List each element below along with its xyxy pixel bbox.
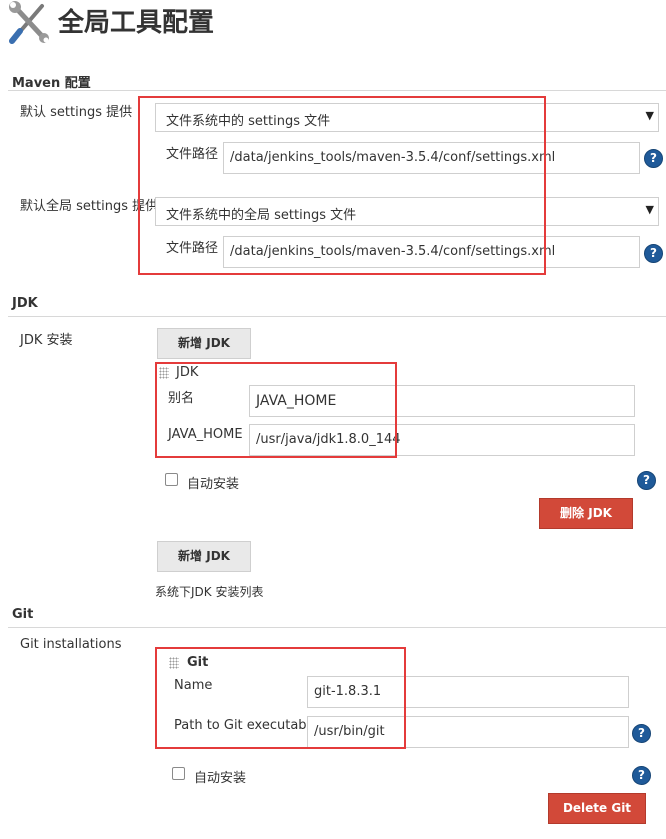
help-icon[interactable]: ?	[644, 149, 663, 168]
jdk-section-divider	[8, 316, 666, 317]
chevron-down-icon: ▼	[645, 109, 654, 122]
maven-settings-label: 默认 settings 提供	[20, 105, 133, 120]
git-section-title: Git	[12, 607, 34, 622]
git-install-label: Git installations	[20, 637, 122, 652]
add-jdk-button[interactable]: 新增 JDK	[157, 328, 251, 359]
maven-section-title: Maven 配置	[12, 76, 91, 91]
help-icon[interactable]: ?	[632, 724, 651, 743]
maven-section-divider	[8, 90, 666, 91]
jdk-list-note: 系统下JDK 安装列表	[155, 585, 264, 599]
tools-icon	[6, 0, 56, 44]
jdk-auto-install-checkbox[interactable]	[165, 473, 178, 486]
git-auto-install-checkbox[interactable]	[172, 767, 185, 780]
help-icon[interactable]: ?	[632, 766, 651, 785]
help-icon[interactable]: ?	[637, 471, 656, 490]
jdk-auto-install-label: 自动安装	[187, 477, 240, 492]
add-jdk-button-2[interactable]: 新增 JDK	[157, 541, 251, 572]
maven-highlight-box	[138, 96, 546, 275]
git-auto-install-label: 自动安装	[194, 771, 247, 786]
git-section-divider	[8, 627, 666, 628]
jdk-section-title: JDK	[12, 296, 38, 311]
help-icon[interactable]: ?	[644, 244, 663, 263]
jdk-install-label: JDK 安装	[20, 333, 73, 348]
git-highlight-box	[155, 647, 406, 749]
chevron-down-icon: ▼	[645, 203, 654, 216]
jdk-highlight-box	[155, 362, 397, 458]
page-title: 全局工具配置	[58, 8, 215, 38]
delete-jdk-button[interactable]: 删除 JDK	[539, 498, 633, 529]
delete-git-button[interactable]: Delete Git	[548, 793, 646, 824]
